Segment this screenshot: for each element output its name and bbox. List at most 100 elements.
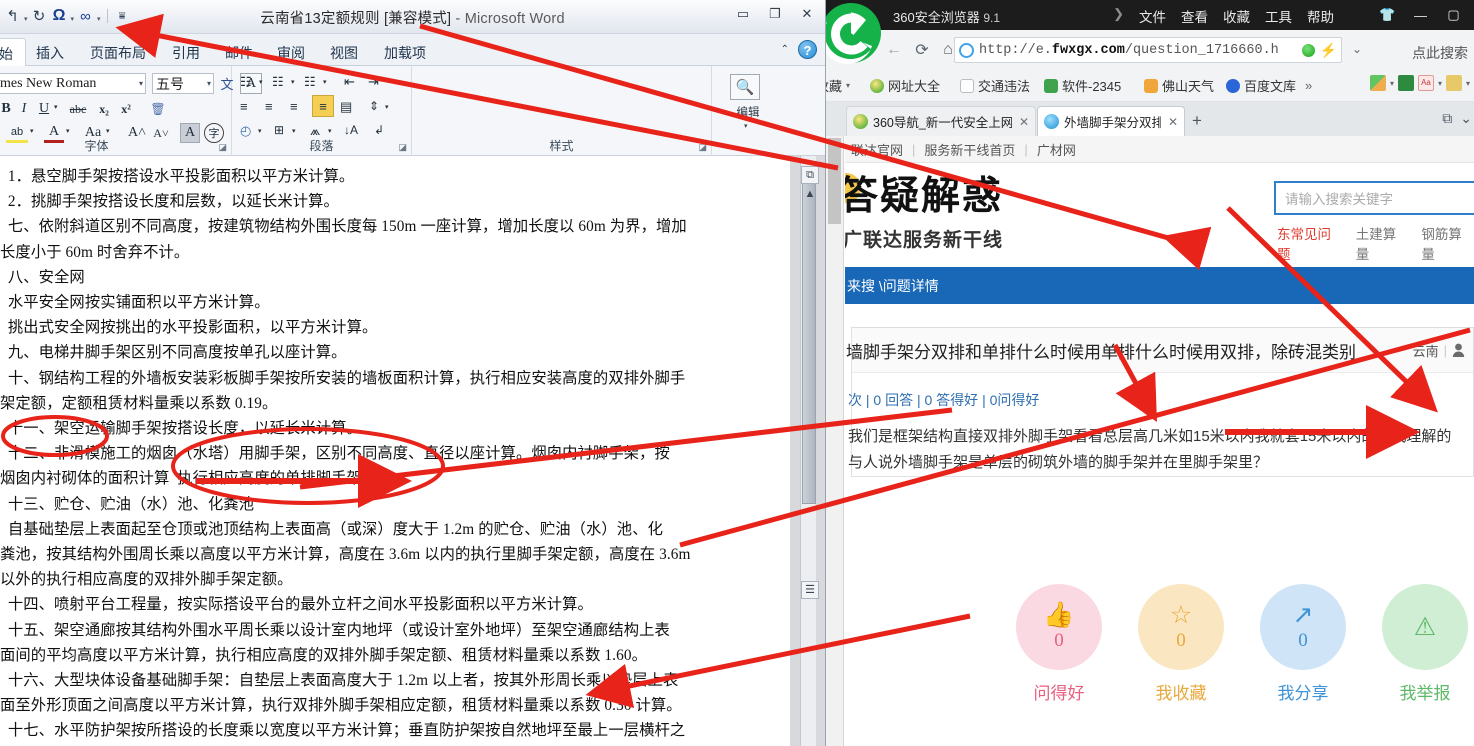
word-scroll-thumb[interactable]	[802, 174, 816, 504]
action-good-question[interactable]: 👍 0 问得好	[1016, 584, 1102, 704]
page-viewport[interactable]: 联达官网 | 服务新干线首页 | 广材网 答疑解惑 广联达服务新干线 请输入搜索…	[826, 136, 1474, 746]
page-scroll-thumb[interactable]	[828, 138, 841, 224]
word-ribbon-tabs[interactable]: 始 插入 页面布局 引用 邮件 审阅 视图 加载项 ⌃ ?	[0, 34, 825, 66]
search-placeholder[interactable]: 点此搜索	[1412, 43, 1468, 63]
distribute-icon[interactable]: ▤	[340, 99, 352, 115]
tab-insert[interactable]: 插入	[24, 38, 76, 66]
tab-review[interactable]: 审阅	[265, 38, 317, 66]
subscript-icon[interactable]: x₂	[94, 99, 114, 119]
bookmarks-dropdown-icon[interactable]: ▾	[846, 81, 850, 90]
bullets-icon[interactable]: ☷	[240, 74, 252, 90]
tab-close-icon-1[interactable]: ✕	[1168, 115, 1178, 129]
top-link-1[interactable]: 服务新干线首页	[924, 140, 1015, 159]
extensions-area[interactable]: ▾ Aa ▾ ▾	[1369, 75, 1470, 91]
superscript-icon[interactable]: x²	[116, 99, 136, 119]
borders-icon[interactable]: ⊞	[274, 123, 284, 137]
top-link-2[interactable]: 广材网	[1037, 140, 1076, 159]
tab-strip-actions[interactable]: ⧉ ⌄	[1442, 110, 1472, 127]
underline-icon[interactable]: U	[36, 99, 52, 119]
document-map-icon[interactable]: ☰	[801, 581, 819, 599]
align-center-icon[interactable]: ≡	[265, 99, 273, 114]
close-icon[interactable]: ✕	[797, 6, 817, 22]
borders-dropdown-icon[interactable]: ▾	[292, 127, 296, 135]
font-size-dropdown-icon[interactable]: ▾	[207, 79, 211, 88]
bullets-dropdown-icon[interactable]: ▾	[259, 78, 263, 86]
editing-label[interactable]: 编辑	[712, 104, 784, 120]
word-vertical-scrollbar[interactable]	[800, 156, 816, 746]
action-share[interactable]: ↗ 0 我分享	[1260, 584, 1346, 704]
clear-format-icon[interactable]: 🗑	[147, 99, 169, 119]
translate-dropdown-icon[interactable]: ▾	[1438, 79, 1442, 88]
menu-expand-icon[interactable]: ❯	[1113, 6, 1124, 26]
tab-addins[interactable]: 加载项	[372, 38, 438, 66]
word-page[interactable]: 1．悬空脚手架按搭设水平投影面积以平方米计算。 2．挑脚手架按搭设长度和层数，以…	[0, 156, 790, 746]
menu-help[interactable]: 帮助	[1307, 6, 1334, 26]
browser-tab-0[interactable]: 360导航_新一代安全上网导航 ✕	[846, 106, 1036, 136]
strikethrough-icon[interactable]: abc	[66, 99, 90, 119]
underline-dropdown-icon[interactable]: ▾	[54, 103, 58, 111]
tab-references[interactable]: 引用	[160, 38, 212, 66]
justify-icon[interactable]: ≡	[312, 95, 334, 117]
reload-icon[interactable]: ⟳	[910, 38, 934, 62]
tab-view[interactable]: 视图	[318, 38, 370, 66]
bookmark-item-0[interactable]: 网址大全	[870, 76, 940, 95]
multilevel-dropdown-icon[interactable]: ▾	[323, 78, 327, 86]
increase-indent-icon[interactable]: ⇥	[368, 74, 379, 90]
find-icon[interactable]: 🔍	[730, 74, 760, 100]
translate-icon[interactable]: Aa	[1417, 75, 1434, 91]
screenshot-icon[interactable]	[1445, 75, 1462, 91]
site-search-input[interactable]: 请输入搜索关键字	[1274, 181, 1474, 215]
question-actions[interactable]: 👍 0 问得好 ☆ 0 我收藏 ↗ 0 我分享 ⚠ 我举报	[1016, 584, 1468, 704]
paragraph-dialog-launcher-icon[interactable]: ◪	[398, 142, 407, 153]
browser-window-buttons[interactable]: 👕 — ▢	[1371, 0, 1470, 30]
tab-mailings[interactable]: 邮件	[213, 38, 265, 66]
word-window-buttons[interactable]: ▭ ❐ ✕	[733, 6, 817, 22]
browser-minimize-icon[interactable]: —	[1404, 0, 1437, 30]
site-search-categories[interactable]: 东常见问题 土建算量 钢筋算量	[1277, 223, 1474, 263]
speed-boost-icon[interactable]: ⚡	[1320, 42, 1337, 59]
line-spacing-icon[interactable]: ⇕	[369, 99, 379, 113]
menu-view[interactable]: 查看	[1181, 6, 1208, 26]
category-gangjin[interactable]: 钢筋算量	[1421, 223, 1474, 263]
action-report-circle[interactable]: ⚠	[1382, 584, 1468, 670]
change-case-dropdown-icon[interactable]: ▾	[106, 127, 110, 135]
select-browse-object-icon[interactable]: ⧉	[801, 166, 819, 184]
action-favorite-circle[interactable]: ☆ 0	[1138, 584, 1224, 670]
menu-tools[interactable]: 工具	[1265, 6, 1292, 26]
pilcrow-icon[interactable]: ↲	[374, 123, 384, 137]
bold-icon[interactable]: B	[0, 99, 14, 119]
restore-tab-icon[interactable]: ⧉	[1442, 110, 1452, 127]
bookmark-item-4[interactable]: 百度文库 »	[1226, 76, 1312, 95]
browser-tab-1[interactable]: 外墙脚手架分双排和单排什么时 ✕	[1037, 106, 1185, 136]
minimize-icon[interactable]: ▭	[733, 6, 753, 22]
top-link-0[interactable]: 联达官网	[851, 140, 903, 159]
collapse-ribbon-icon[interactable]: ⌃	[781, 44, 789, 55]
browser-menu-bar[interactable]: ❯ 文件 查看 收藏 工具 帮助	[1113, 6, 1334, 26]
ribbon-help-area[interactable]: ⌃ ?	[781, 40, 817, 59]
page-left-scrollbar[interactable]	[826, 136, 844, 746]
bookmark-item-3[interactable]: 佛山天气	[1144, 76, 1214, 95]
tab-list-icon[interactable]: ⌄	[1460, 110, 1472, 127]
font-name-dropdown-icon[interactable]: ▾	[139, 79, 143, 88]
action-report[interactable]: ⚠ 我举报	[1382, 584, 1468, 704]
show-marks-dropdown-icon[interactable]: ▾	[328, 127, 332, 135]
bookmark-item-1[interactable]: 交通违法	[960, 76, 1030, 95]
multilevel-list-icon[interactable]: ☷	[304, 74, 316, 90]
site-top-links[interactable]: 联达官网 | 服务新干线首页 | 广材网	[845, 136, 1474, 163]
browser-tab-strip[interactable]: 360导航_新一代安全上网导航 ✕ 外墙脚手架分双排和单排什么时 ✕ + ⧉ ⌄	[826, 102, 1474, 136]
sort-icon[interactable]: ↓A	[344, 123, 358, 137]
menu-file[interactable]: 文件	[1139, 6, 1166, 26]
shading-dropdown-icon[interactable]: ▾	[258, 127, 262, 135]
new-tab-icon[interactable]: +	[1192, 111, 1202, 131]
apps-grid-icon[interactable]	[1369, 75, 1386, 91]
highlight-dropdown-icon[interactable]: ▾	[30, 127, 34, 135]
scroll-up-icon[interactable]: ▲	[801, 186, 819, 204]
bookmarks-overflow-icon[interactable]: »	[1305, 78, 1312, 93]
decrease-indent-icon[interactable]: ⇤	[344, 74, 355, 90]
tab-page-layout[interactable]: 页面布局	[78, 38, 158, 66]
bookmarks-folder[interactable]: 收藏 ▾	[826, 76, 850, 95]
address-dropdown-icon[interactable]: ⌄	[1352, 42, 1362, 56]
italic-icon[interactable]: I	[16, 99, 32, 119]
editing-dropdown-icon[interactable]: ▾	[744, 122, 748, 130]
restore-icon[interactable]: ❐	[765, 6, 785, 22]
